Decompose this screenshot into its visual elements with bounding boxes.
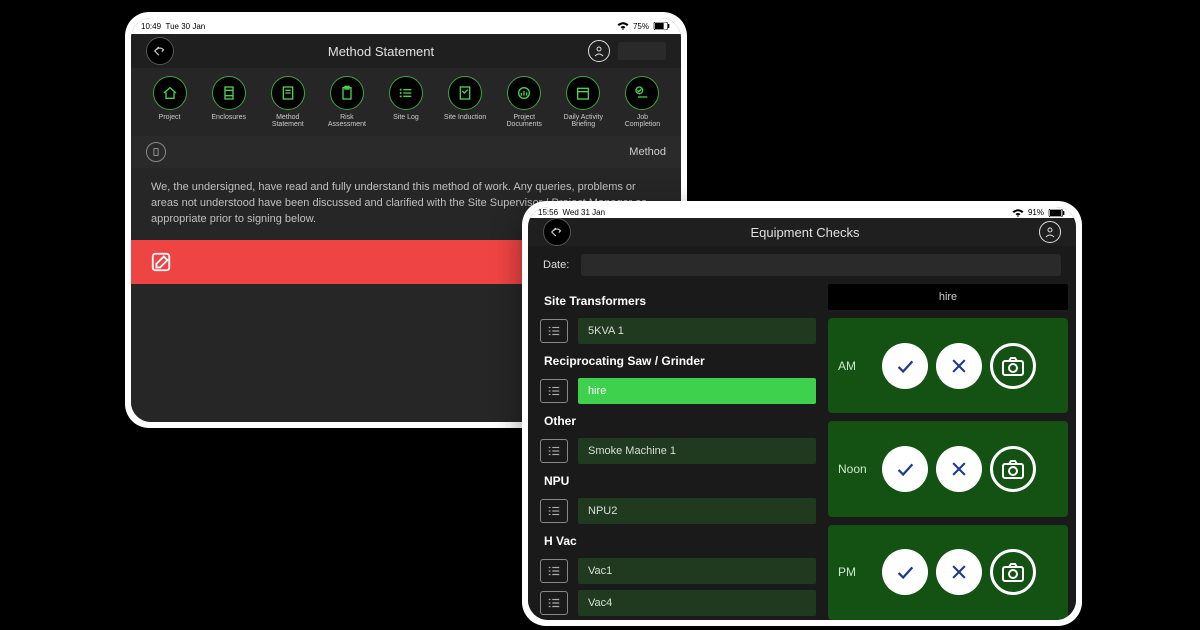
home-icon <box>153 76 187 110</box>
nav-completion[interactable]: Job Completion <box>619 76 666 128</box>
equipment-label: Smoke Machine 1 <box>578 438 816 464</box>
section-title: H Vac <box>540 528 816 554</box>
nav-label: Project <box>159 114 181 121</box>
slot-pm: PM <box>828 525 1068 620</box>
list-item-icon <box>540 499 568 523</box>
nav-row: Project Enclosures Method Statement Risk… <box>131 68 681 136</box>
back-button[interactable] <box>146 37 174 65</box>
user-icon[interactable] <box>1039 221 1061 243</box>
list-icon <box>389 76 423 110</box>
date-label: Date: <box>543 259 569 271</box>
nav-label: Site Induction <box>444 114 486 121</box>
check-pass-button[interactable] <box>882 446 928 492</box>
equipment-row[interactable]: Smoke Machine 1 <box>540 436 816 466</box>
back-button[interactable] <box>543 218 571 246</box>
slot-noon: Noon <box>828 421 1068 516</box>
nav-label: Site Log <box>393 114 419 121</box>
nav-label: Project Documents <box>501 114 548 128</box>
induction-icon <box>448 76 482 110</box>
list-item-icon <box>540 379 568 403</box>
equipment-label: Vac1 <box>578 558 816 584</box>
list-item-icon <box>540 319 568 343</box>
section-title: Site Transformers <box>540 288 816 314</box>
battery-pct: 75% <box>633 22 649 31</box>
nav-project[interactable]: Project <box>146 76 193 128</box>
check-pass-button[interactable] <box>882 549 928 595</box>
page-title: Equipment Checks <box>750 225 859 240</box>
equipment-row[interactable]: Vac1 <box>540 556 816 586</box>
equipment-label: Vac4 <box>578 590 816 616</box>
list-item-icon <box>540 439 568 463</box>
calendar-icon <box>566 76 600 110</box>
app-header: Method Statement <box>131 34 681 68</box>
nav-risk[interactable]: Risk Assessment <box>323 76 370 128</box>
list-item-icon <box>540 559 568 583</box>
slot-am: AM <box>828 318 1068 413</box>
check-icon <box>625 76 659 110</box>
nav-label: Enclosures <box>211 114 246 121</box>
date-input[interactable] <box>581 254 1061 276</box>
nav-daily[interactable]: Daily Activity Briefing <box>560 76 607 128</box>
panel-header: hire <box>828 284 1068 310</box>
nav-induction[interactable]: Site Induction <box>442 76 489 128</box>
equipment-row[interactable]: NPU2 <box>540 496 816 526</box>
slot-label: Noon <box>838 462 874 476</box>
status-bar: 10:49 Tue 30 Jan 75% <box>131 18 681 34</box>
list-item-icon <box>540 591 568 615</box>
document-icon <box>271 76 305 110</box>
check-fail-button[interactable] <box>936 343 982 389</box>
section-title: Reciprocating Saw / Grinder <box>540 348 816 374</box>
equipment-row[interactable]: Vac4 <box>540 588 816 618</box>
equipment-list: Site Transformers 5KVA 1 Reciprocating S… <box>528 284 824 620</box>
equipment-label: 5KVA 1 <box>578 318 816 344</box>
check-pass-button[interactable] <box>882 343 928 389</box>
battery-icon <box>1048 209 1066 217</box>
battery-pct: 91% <box>1028 208 1044 217</box>
section-title: NPU <box>540 468 816 494</box>
wifi-icon <box>617 22 629 30</box>
slot-label: PM <box>838 565 874 579</box>
subhead-label: Method <box>629 146 666 158</box>
nav-label: Method Statement <box>264 114 311 128</box>
nav-label: Daily Activity Briefing <box>560 114 607 128</box>
chart-icon <box>507 76 541 110</box>
nav-sitelog[interactable]: Site Log <box>382 76 429 128</box>
subheader: Method <box>131 136 681 168</box>
equipment-row[interactable]: 5KVA 1 <box>540 316 816 346</box>
enclosure-icon <box>212 76 246 110</box>
user-icon[interactable] <box>588 40 610 62</box>
date-row: Date: <box>528 246 1076 284</box>
status-day: Wed 31 Jan <box>562 208 605 217</box>
page-title: Method Statement <box>328 44 434 59</box>
check-fail-button[interactable] <box>936 446 982 492</box>
equipment-row[interactable]: hire <box>540 376 816 406</box>
nav-method[interactable]: Method Statement <box>264 76 311 128</box>
app-header: Equipment Checks <box>528 218 1076 246</box>
wifi-icon <box>1012 209 1024 217</box>
clipboard-icon <box>330 76 364 110</box>
check-panel: hire AM Noon PM <box>824 284 1076 620</box>
camera-button[interactable] <box>990 343 1036 389</box>
nav-enclosures[interactable]: Enclosures <box>205 76 252 128</box>
edit-icon <box>149 250 173 274</box>
camera-button[interactable] <box>990 446 1036 492</box>
status-day: Tue 30 Jan <box>165 22 205 31</box>
battery-icon <box>653 22 671 30</box>
slot-label: AM <box>838 359 874 373</box>
nav-label: Risk Assessment <box>323 114 370 128</box>
status-time: 10:49 <box>141 22 161 31</box>
doc-circle-icon <box>146 142 166 162</box>
camera-button[interactable] <box>990 549 1036 595</box>
check-fail-button[interactable] <box>936 549 982 595</box>
status-time: 15:56 <box>538 208 558 217</box>
nav-docs[interactable]: Project Documents <box>501 76 548 128</box>
user-label <box>618 42 666 60</box>
section-title: Other <box>540 408 816 434</box>
equipment-label-selected: hire <box>578 378 816 404</box>
nav-label: Job Completion <box>619 114 666 128</box>
tablet-equipment-checks: 15:56 Wed 31 Jan 91% Equipment Checks D <box>522 201 1082 626</box>
status-bar: 15:56 Wed 31 Jan 91% <box>528 207 1076 218</box>
equipment-label: NPU2 <box>578 498 816 524</box>
